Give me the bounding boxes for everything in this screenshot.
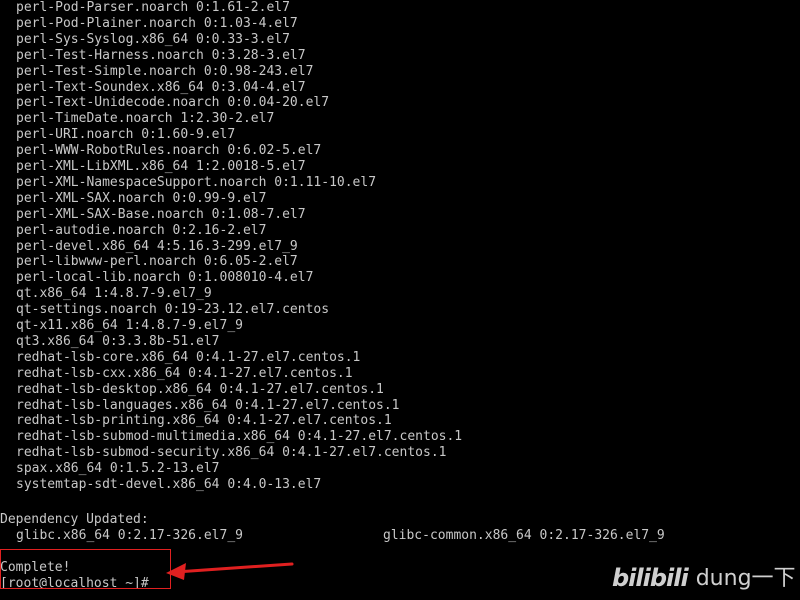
package-line: perl-Text-Soundex.x86_64 0:3.04-4.el7 xyxy=(16,79,306,95)
dependency-item: glibc-common.x86_64 0:2.17-326.el7_9 xyxy=(383,528,665,543)
bilibili-watermark: bilibili dung一下 xyxy=(612,562,796,596)
package-line: perl-XML-SAX.noarch 0:0.99-9.el7 xyxy=(16,190,267,206)
package-line: perl-Pod-Plainer.noarch 0:1.03-4.el7 xyxy=(16,15,298,31)
package-line: perl-WWW-RobotRules.noarch 0:6.02-5.el7 xyxy=(16,143,322,159)
package-line: systemtap-sdt-devel.x86_64 0:4.0-13.el7 xyxy=(16,477,322,492)
package-line: redhat-lsb-core.x86_64 0:4.1-27.el7.cent… xyxy=(16,349,361,365)
package-line: perl-XML-SAX-Base.noarch 0:1.08-7.el7 xyxy=(16,206,306,222)
package-line: perl-local-lib.noarch 0:1.008010-4.el7 xyxy=(16,270,314,286)
package-line: qt-settings.noarch 0:19-23.12.el7.centos xyxy=(16,302,330,318)
package-line: redhat-lsb-submod-security.x86_64 0:4.1-… xyxy=(16,445,447,461)
dependency-item: glibc.x86_64 0:2.17-326.el7_9 xyxy=(16,528,243,543)
package-line: perl-TimeDate.noarch 1:2.30-2.el7 xyxy=(16,111,275,127)
package-line: redhat-lsb-desktop.x86_64 0:4.1-27.el7.c… xyxy=(16,381,384,397)
watermark-text: dung一下 xyxy=(695,566,796,592)
package-line: perl-Text-Unidecode.noarch 0:0.04-20.el7 xyxy=(16,95,330,111)
package-line: perl-Test-Simple.noarch 0:0.98-243.el7 xyxy=(16,63,314,79)
package-line: qt.x86_64 1:4.8.7-9.el7_9 xyxy=(16,286,212,302)
package-line: perl-XML-LibXML.x86_64 1:2.0018-5.el7 xyxy=(16,159,306,174)
package-line: perl-devel.x86_64 4:5.16.3-299.el7_9 xyxy=(16,238,298,254)
annotation-highlight-box xyxy=(0,549,171,589)
package-line: redhat-lsb-submod-multimedia.x86_64 0:4.… xyxy=(16,429,463,445)
package-line: perl-Sys-Syslog.x86_64 0:0.33-3.el7 xyxy=(16,31,290,47)
package-line: perl-URI.noarch 0:1.60-9.el7 xyxy=(16,127,236,143)
package-line: perl-Test-Harness.noarch 0:3.28-3.el7 xyxy=(16,47,306,63)
package-line: redhat-lsb-printing.x86_64 0:4.1-27.el7.… xyxy=(16,413,392,429)
bilibili-logo: bilibili xyxy=(612,564,689,593)
package-line: redhat-lsb-languages.x86_64 0:4.1-27.el7… xyxy=(16,397,400,413)
terminal-window[interactable]: perl-Pod-Parser.noarch 0:1.61-2.el7 perl-… xyxy=(0,0,800,600)
package-line: perl-autodie.noarch 0:2.16-2.el7 xyxy=(16,222,267,238)
package-line: perl-Pod-Parser.noarch 0:1.61-2.el7 xyxy=(16,0,290,15)
dependency-updated-header: Dependency Updated: xyxy=(0,512,149,527)
package-line: qt-x11.x86_64 1:4.8.7-9.el7_9 xyxy=(16,318,243,333)
package-line: redhat-lsb-cxx.x86_64 0:4.1-27.el7.cento… xyxy=(16,365,353,381)
package-line: spax.x86_64 0:1.5.2-13.el7 xyxy=(16,461,220,477)
package-line: perl-XML-NamespaceSupport.noarch 0:1.11-… xyxy=(16,174,377,190)
package-line: perl-libwww-perl.noarch 0:6.05-2.el7 xyxy=(16,254,298,270)
package-line: qt3.x86_64 0:3.3.8b-51.el7 xyxy=(16,333,220,349)
